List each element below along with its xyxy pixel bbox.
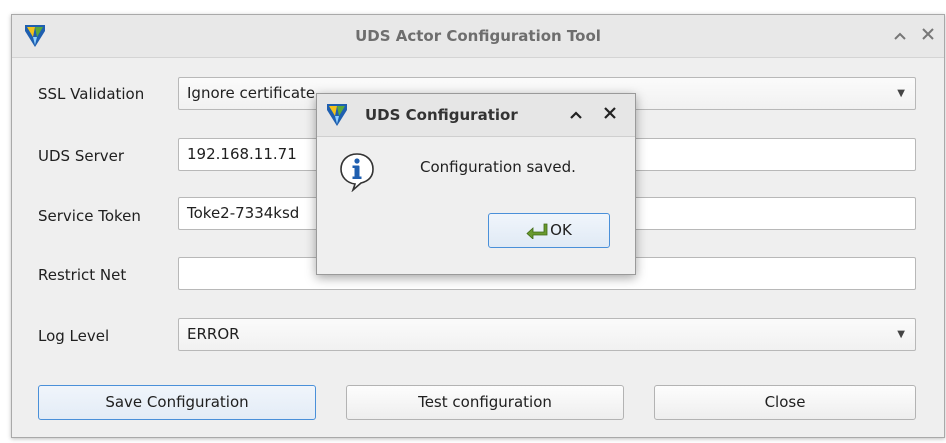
log-level-select[interactable]: ERROR ▼ bbox=[178, 318, 916, 351]
ssl-validation-label: SSL Validation bbox=[38, 85, 145, 103]
test-configuration-button[interactable]: Test configuration bbox=[346, 385, 624, 420]
save-configuration-button[interactable]: Save Configuration bbox=[38, 385, 316, 420]
chevron-up-icon bbox=[894, 32, 906, 40]
log-level-label: Log Level bbox=[38, 327, 110, 345]
chevron-down-icon: ▼ bbox=[897, 88, 905, 99]
info-icon bbox=[340, 153, 374, 192]
chevron-up-icon bbox=[570, 111, 582, 119]
service-token-label: Service Token bbox=[38, 207, 141, 225]
uds-logo-icon bbox=[327, 104, 347, 126]
ok-label: OK bbox=[550, 221, 572, 239]
dialog-minimize-button[interactable] bbox=[566, 104, 586, 124]
restrict-net-label: Restrict Net bbox=[38, 266, 127, 284]
configuration-saved-dialog: UDS Configuratior Configuration saved. O… bbox=[316, 93, 636, 275]
uds-server-value: 192.168.11.71 bbox=[187, 145, 297, 163]
service-token-value: Toke2-7334ksd bbox=[187, 204, 300, 222]
minimize-button[interactable] bbox=[890, 25, 910, 45]
chevron-down-icon: ▼ bbox=[897, 329, 905, 340]
dialog-close-button[interactable] bbox=[600, 104, 620, 124]
title-bar[interactable]: UDS Actor Configuration Tool bbox=[12, 15, 944, 58]
dialog-title: UDS Configuratior bbox=[365, 106, 518, 124]
dialog-message: Configuration saved. bbox=[420, 158, 576, 176]
log-level-value: ERROR bbox=[187, 325, 240, 343]
close-window-button[interactable] bbox=[918, 25, 938, 45]
close-icon bbox=[922, 28, 934, 40]
close-icon bbox=[604, 107, 616, 119]
ok-button[interactable]: OK bbox=[488, 213, 610, 248]
window-title: UDS Actor Configuration Tool bbox=[355, 27, 601, 45]
dialog-title-bar[interactable]: UDS Configuratior bbox=[317, 94, 635, 137]
enter-arrow-icon bbox=[526, 223, 548, 239]
ssl-validation-value: Ignore certificate bbox=[187, 84, 316, 102]
close-button[interactable]: Close bbox=[654, 385, 916, 420]
uds-server-label: UDS Server bbox=[38, 147, 125, 165]
